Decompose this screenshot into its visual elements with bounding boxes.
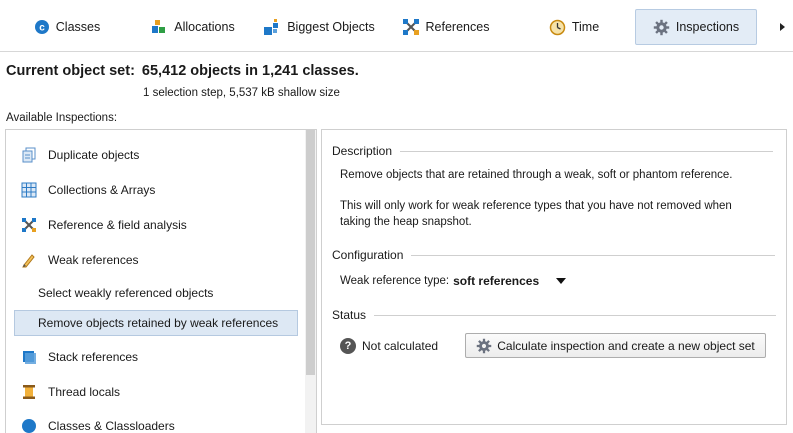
inspection-label: Weak references	[48, 253, 139, 267]
weak-reference-type-label: Weak reference type:	[340, 275, 450, 287]
view-tab-bar: c Classes Allocations Biggest Objects Re…	[0, 0, 793, 52]
reference-field-icon	[20, 216, 38, 234]
weak-reference-type-value[interactable]: soft references	[453, 274, 539, 288]
status-heading: Status	[332, 308, 367, 322]
calculate-button-label: Calculate inspection and create a new ob…	[497, 338, 755, 353]
section-divider	[411, 254, 776, 256]
calculate-inspection-button[interactable]: Calculate inspection and create a new ob…	[465, 333, 766, 358]
tab-inspections[interactable]: Inspections	[635, 9, 757, 45]
more-tabs-arrow-icon[interactable]	[780, 23, 785, 31]
tab-label: Time	[571, 20, 600, 34]
gear-icon	[477, 338, 492, 353]
inspection-label: Remove objects retained by weak referenc…	[38, 316, 279, 330]
tab-label: Biggest Objects	[287, 20, 375, 34]
section-divider	[374, 314, 777, 316]
description-section-header: Description	[332, 144, 774, 158]
inspection-label: Classes & Classloaders	[48, 419, 175, 433]
question-mark-icon: ?	[340, 338, 356, 354]
inspection-item-duplicate-objects[interactable]: Duplicate objects	[6, 142, 306, 168]
available-inspections-label: Available Inspections:	[6, 112, 118, 124]
grid-table-icon	[20, 181, 38, 199]
inspection-label: Select weakly referenced objects	[38, 286, 214, 300]
stack-icon	[20, 348, 38, 366]
object-set-subtitle: 1 selection step, 5,537 kB shallow size	[143, 87, 340, 99]
inspection-item-thread-locals[interactable]: Thread locals	[6, 379, 306, 405]
inspection-item-reference-field-analysis[interactable]: Reference & field analysis	[6, 212, 306, 238]
inspection-item-select-weakly-referenced[interactable]: Select weakly referenced objects	[6, 280, 306, 306]
pencil-icon	[20, 251, 38, 269]
configuration-heading: Configuration	[332, 248, 404, 262]
inspection-label: Thread locals	[48, 385, 121, 399]
classloader-icon	[20, 417, 38, 433]
inspection-item-remove-retained-by-weak[interactable]: Remove objects retained by weak referenc…	[14, 310, 298, 336]
status-section-header: Status	[332, 308, 777, 322]
list-scrollbar[interactable]	[305, 130, 316, 433]
duplicate-objects-icon	[20, 146, 38, 164]
tab-allocations[interactable]: Allocations	[140, 9, 245, 45]
tab-classes[interactable]: c Classes	[22, 9, 112, 45]
object-set-label: Current object set:	[6, 63, 135, 79]
status-row: ? Not calculated	[340, 338, 438, 354]
svg-text:c: c	[39, 23, 45, 34]
status-text: Not calculated	[362, 339, 439, 353]
tab-label: References	[425, 20, 490, 34]
description-text-2a: This will only work for weak reference t…	[340, 200, 732, 212]
biggest-objects-icon	[264, 19, 279, 35]
allocation-stack-icon	[152, 20, 166, 33]
inspection-label: Collections & Arrays	[48, 183, 156, 197]
class-c-icon: c	[34, 20, 49, 34]
chevron-down-icon[interactable]	[553, 273, 569, 289]
object-set-value: 65,412 objects in 1,241 classes.	[141, 63, 359, 79]
tab-label: Inspections	[675, 20, 740, 34]
inspections-list: Duplicate objects Collections & Arrays R…	[5, 129, 317, 433]
description-text-2b: taking the heap snapshot.	[340, 216, 472, 228]
configuration-section-header: Configuration	[332, 248, 776, 262]
inspection-item-stack-references[interactable]: Stack references	[6, 344, 306, 370]
inspection-details-panel: Description Remove objects that are reta…	[321, 129, 787, 425]
description-text-2: This will only work for weak reference t…	[340, 198, 732, 230]
tab-references[interactable]: References	[398, 9, 493, 45]
inspection-item-collections-arrays[interactable]: Collections & Arrays	[6, 177, 306, 203]
inspection-item-classes-classloaders[interactable]: Classes & Classloaders	[6, 413, 306, 433]
tab-label: Allocations	[174, 20, 235, 34]
inspection-label: Stack references	[48, 350, 139, 364]
inspection-item-weak-references[interactable]: Weak references	[6, 247, 306, 273]
inspection-label: Duplicate objects	[48, 148, 140, 162]
tab-label: Classes	[55, 20, 101, 34]
tab-biggest-objects[interactable]: Biggest Objects	[258, 9, 380, 45]
list-scrollbar-thumb[interactable]	[306, 130, 315, 375]
section-divider	[400, 150, 774, 152]
thread-icon	[20, 383, 38, 401]
description-text-1: Remove objects that are retained through…	[340, 169, 733, 181]
clock-icon	[549, 19, 566, 35]
gear-icon	[653, 19, 670, 35]
weak-reference-type-row: Weak reference type: soft references	[340, 273, 569, 289]
inspection-label: Reference & field analysis	[48, 218, 187, 232]
references-icon	[402, 19, 419, 35]
tab-time[interactable]: Time	[538, 9, 610, 45]
description-heading: Description	[332, 144, 393, 158]
current-object-set-title: Current object set: 65,412 objects in 1,2…	[6, 63, 359, 79]
